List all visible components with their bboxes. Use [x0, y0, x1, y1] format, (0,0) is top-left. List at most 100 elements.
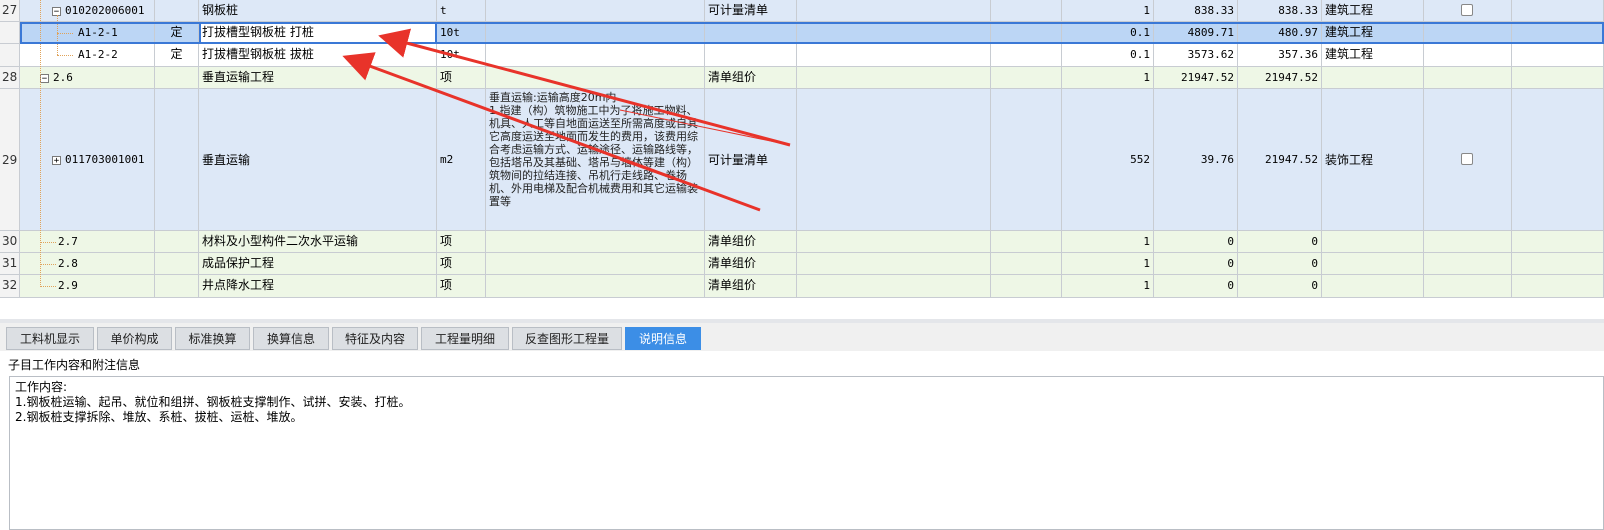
table-row[interactable]: 28 −2.6 垂直运输工程 项 清单组价 1 21947.52 21947.5…: [0, 67, 1604, 89]
empty-cell[interactable]: [991, 67, 1062, 89]
empty-cell[interactable]: [991, 44, 1062, 67]
name-cell[interactable]: 垂直运输: [199, 89, 437, 231]
tab-labor-material[interactable]: 工料机显示: [6, 327, 94, 350]
checkbox-cell[interactable]: [1424, 231, 1512, 253]
checkbox-cell[interactable]: [1424, 44, 1512, 67]
total-cell[interactable]: 0: [1238, 275, 1322, 298]
major-cell[interactable]: [1322, 253, 1424, 275]
quantity-cell[interactable]: 1: [1062, 0, 1154, 22]
quantity-cell[interactable]: 1: [1062, 67, 1154, 89]
quantity-cell[interactable]: 1: [1062, 275, 1154, 298]
type-cell[interactable]: [155, 231, 199, 253]
empty-cell[interactable]: [797, 44, 991, 67]
tab-features[interactable]: 特征及内容: [332, 327, 418, 350]
name-cell[interactable]: 井点降水工程: [199, 275, 437, 298]
empty-cell[interactable]: [1512, 89, 1604, 231]
empty-cell[interactable]: [797, 253, 991, 275]
row-checkbox[interactable]: [1461, 153, 1473, 165]
unit-price-cell[interactable]: 838.33: [1154, 0, 1238, 22]
feature-cell[interactable]: [486, 231, 705, 253]
empty-cell[interactable]: [991, 231, 1062, 253]
table-row[interactable]: 31 2.8 成品保护工程 项 清单组价 1 0 0: [0, 253, 1604, 275]
major-cell[interactable]: 建筑工程: [1322, 22, 1424, 44]
unit-cell[interactable]: 项: [437, 275, 486, 298]
empty-cell[interactable]: [797, 22, 991, 44]
quantity-cell[interactable]: 552: [1062, 89, 1154, 231]
name-cell[interactable]: 材料及小型构件二次水平运输: [199, 231, 437, 253]
feature-cell[interactable]: [486, 67, 705, 89]
unit-price-cell[interactable]: 39.76: [1154, 89, 1238, 231]
category-cell[interactable]: 清单组价: [705, 67, 797, 89]
description-textarea[interactable]: 工作内容: 1.钢板桩运输、起吊、就位和组拼、钢板桩支撑制作、试拼、安装、打桩。…: [9, 376, 1604, 530]
quantity-cell[interactable]: 0.1: [1062, 22, 1154, 44]
tab-quantity-detail[interactable]: 工程量明细: [421, 327, 509, 350]
empty-cell[interactable]: [797, 0, 991, 22]
type-cell[interactable]: 定: [155, 44, 199, 67]
table-row[interactable]: 29 +011703001001 垂直运输 m2 垂直运输:运输高度20m内 1…: [0, 89, 1604, 231]
name-cell[interactable]: 打拔槽型钢板桩 拔桩: [199, 44, 437, 67]
total-cell[interactable]: 357.36: [1238, 44, 1322, 67]
tab-unit-price[interactable]: 单价构成: [97, 327, 172, 350]
empty-cell[interactable]: [991, 22, 1062, 44]
unit-price-cell[interactable]: 3573.62: [1154, 44, 1238, 67]
feature-cell[interactable]: [486, 0, 705, 22]
unit-price-cell[interactable]: 21947.52: [1154, 67, 1238, 89]
unit-price-cell[interactable]: 0: [1154, 275, 1238, 298]
empty-cell[interactable]: [1512, 22, 1604, 44]
category-cell[interactable]: 清单组价: [705, 253, 797, 275]
total-cell[interactable]: 0: [1238, 231, 1322, 253]
feature-cell[interactable]: [486, 275, 705, 298]
name-cell[interactable]: 垂直运输工程: [199, 67, 437, 89]
empty-cell[interactable]: [991, 89, 1062, 231]
total-cell[interactable]: 21947.52: [1238, 67, 1322, 89]
type-cell[interactable]: [155, 275, 199, 298]
empty-cell[interactable]: [1512, 231, 1604, 253]
total-cell[interactable]: 838.33: [1238, 0, 1322, 22]
feature-cell[interactable]: [486, 22, 705, 44]
empty-cell[interactable]: [797, 67, 991, 89]
total-cell[interactable]: 480.97: [1238, 22, 1322, 44]
unit-cell[interactable]: t: [437, 0, 486, 22]
unit-cell[interactable]: 10t: [437, 22, 486, 44]
unit-price-cell[interactable]: 0: [1154, 231, 1238, 253]
feature-cell[interactable]: [486, 44, 705, 67]
empty-cell[interactable]: [1512, 253, 1604, 275]
type-cell[interactable]: [155, 253, 199, 275]
major-cell[interactable]: [1322, 67, 1424, 89]
major-cell[interactable]: [1322, 231, 1424, 253]
checkbox-cell[interactable]: [1424, 22, 1512, 44]
name-cell[interactable]: 钢板桩: [199, 0, 437, 22]
empty-cell[interactable]: [1512, 275, 1604, 298]
empty-cell[interactable]: [991, 275, 1062, 298]
table-row[interactable]: A1-2-1 定 打拔槽型钢板桩 打桩 10t 0.1 4809.71 480.…: [0, 22, 1604, 44]
category-cell[interactable]: [705, 22, 797, 44]
category-cell[interactable]: 清单组价: [705, 275, 797, 298]
empty-cell[interactable]: [1512, 67, 1604, 89]
unit-price-cell[interactable]: 4809.71: [1154, 22, 1238, 44]
quantity-cell[interactable]: 0.1: [1062, 44, 1154, 67]
category-cell[interactable]: 可计量清单: [705, 0, 797, 22]
unit-cell[interactable]: 项: [437, 67, 486, 89]
type-cell[interactable]: [155, 67, 199, 89]
empty-cell[interactable]: [797, 231, 991, 253]
checkbox-cell[interactable]: [1424, 253, 1512, 275]
checkbox-cell[interactable]: [1424, 67, 1512, 89]
type-cell[interactable]: [155, 0, 199, 22]
name-cell[interactable]: 成品保护工程: [199, 253, 437, 275]
tab-reverse-lookup[interactable]: 反查图形工程量: [512, 327, 622, 350]
empty-cell[interactable]: [1512, 44, 1604, 67]
empty-cell[interactable]: [991, 253, 1062, 275]
major-cell[interactable]: [1322, 275, 1424, 298]
major-cell[interactable]: 装饰工程: [1322, 89, 1424, 231]
quantity-cell[interactable]: 1: [1062, 253, 1154, 275]
unit-cell[interactable]: 项: [437, 253, 486, 275]
row-checkbox[interactable]: [1461, 4, 1473, 16]
table-row[interactable]: A1-2-2 定 打拔槽型钢板桩 拔桩 10t 0.1 3573.62 357.…: [0, 44, 1604, 67]
table-row[interactable]: 30 2.7 材料及小型构件二次水平运输 项 清单组价 1 0 0: [0, 231, 1604, 253]
type-cell[interactable]: 定: [155, 22, 199, 44]
major-cell[interactable]: 建筑工程: [1322, 0, 1424, 22]
category-cell[interactable]: [705, 44, 797, 67]
type-cell[interactable]: [155, 89, 199, 231]
table-row[interactable]: 27 −010202006001 钢板桩 t 可计量清单 1 838.33 83…: [0, 0, 1604, 22]
name-edit-cell[interactable]: 打拔槽型钢板桩 打桩: [199, 22, 437, 44]
